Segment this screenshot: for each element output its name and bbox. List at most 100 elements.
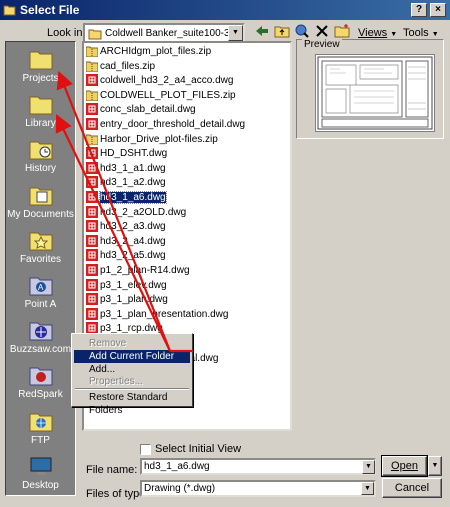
file-name-text: COLDWELL_PLOT_FILES.zip (100, 89, 236, 101)
places-bar: Projects Library History My Documents Favori… (5, 41, 76, 496)
places-item-label: FTP (31, 434, 50, 446)
file-name-label: File name: (86, 464, 138, 476)
places-item-desktop[interactable]: Desktop (6, 451, 75, 496)
help-button[interactable]: ? (411, 3, 427, 17)
file-list-item[interactable]: p3_1_plan.dwg (86, 293, 168, 306)
places-item-label: Desktop (22, 479, 59, 491)
file-name-text: hd3_1_a1.dwg (100, 162, 166, 174)
chevron-down-icon: ▼ (431, 462, 439, 469)
dwg-file-icon (86, 249, 98, 262)
up-folder-icon[interactable] (272, 24, 292, 42)
file-list-item[interactable]: hd3_1_a2.dwg (86, 176, 166, 189)
places-item-label: Projects (22, 73, 59, 84)
file-name-text: entry_door_threshold_detail.dwg (100, 119, 246, 130)
chevron-down-icon[interactable]: ▼ (228, 25, 243, 41)
file-list-item[interactable]: hd3_2_a4.dwg (86, 234, 166, 248)
menu-item-remove: Remove (89, 338, 127, 349)
chevron-down-icon: ▼ (431, 31, 439, 38)
file-type-value: Drawing (*.dwg) (144, 483, 216, 494)
dwg-file-icon (86, 176, 98, 189)
places-item-redspark[interactable]: RedSpark (6, 360, 75, 405)
file-list-item[interactable]: p1_2_plan-R14.dwg (86, 264, 190, 277)
places-item-favorites[interactable]: Favorites (6, 225, 75, 270)
file-list-item[interactable]: HD_DSHT.dwg (86, 147, 167, 160)
zip-folder-icon (85, 60, 99, 73)
places-item-buzzsaw-com[interactable]: Buzzsaw.com (6, 315, 75, 360)
redspark-icon (29, 364, 53, 386)
places-item-projects[interactable]: Projects (6, 44, 75, 89)
zip-folder-icon (85, 45, 99, 58)
menu-item-restore-standard-folders[interactable]: Restore Standard Folders (74, 391, 190, 416)
look-in-label: Look in: (47, 27, 86, 39)
places-item-ftp[interactable]: FTP (6, 406, 75, 451)
places-item-history[interactable]: History (6, 134, 75, 179)
views-label: Views (358, 27, 388, 39)
look-in-dropdown[interactable]: Coldwell Banker_suite100-3h1 ▼ (83, 23, 245, 43)
file-list-item[interactable]: hd3_2_a5.dwg (86, 249, 166, 262)
file-list-item[interactable]: p3_1_plan_presentation.dwg (86, 307, 229, 321)
dwg-file-icon (86, 293, 98, 306)
folder-icon (29, 93, 53, 115)
file-name-text: hd3_1_a2.dwg (100, 177, 166, 189)
menu-item-add-current-folder[interactable]: Add Current Folder (74, 350, 190, 363)
svg-text:A: A (38, 283, 44, 292)
drawing-preview-thumbnail (315, 54, 435, 132)
folder-icon (29, 48, 53, 70)
file-list-item[interactable]: coldwell_hd3_2_a4_acco.dwg (86, 74, 233, 87)
folder-icon (88, 29, 102, 40)
places-item-point-a[interactable]: A Point A (6, 270, 75, 315)
file-name-text: hd3_2_a4.dwg (100, 235, 166, 247)
file-name-text: p3_1_elev.dwg (100, 279, 167, 291)
places-item-library[interactable]: Library (6, 89, 75, 134)
file-list-item[interactable]: hd3_2_a2OLD.dwg (86, 205, 187, 219)
file-list-item[interactable]: hd3_2_a3.dwg (86, 220, 166, 233)
open-options-button[interactable]: ▼ (428, 456, 442, 476)
chevron-down-icon[interactable]: ▼ (361, 482, 374, 495)
file-name-field[interactable]: hd3_1_a6.dwg (140, 458, 376, 475)
chevron-down-icon[interactable]: ▼ (362, 460, 375, 474)
file-name-text: p1_2_plan-R14.dwg (100, 265, 190, 276)
file-list-item[interactable]: ARCHIdgm_plot_files.zip (85, 45, 211, 58)
places-context-menu: Remove Add Current Folder Add... Properties… (71, 333, 193, 416)
folder-open-icon (3, 5, 16, 16)
file-list-item[interactable]: conc_slab_detail.dwg (86, 103, 196, 116)
buzzsaw-icon (29, 319, 53, 341)
cancel-button[interactable]: Cancel (382, 478, 442, 498)
file-name-text: coldwell_hd3_2_a4_acco.dwg (100, 75, 234, 87)
places-item-label: RedSpark (18, 389, 63, 401)
file-list-item[interactable]: p3_1_elev.dwg (86, 278, 167, 292)
places-item-label: Point A (24, 299, 57, 310)
file-name-text: hd3_2_a5.dwg (100, 250, 166, 262)
tools-menu[interactable]: Tools ▼ (403, 27, 439, 39)
dwg-file-icon (86, 191, 98, 203)
tools-label: Tools (403, 27, 429, 39)
file-list-item[interactable]: cad_files.zip (85, 60, 156, 73)
dwg-file-icon (86, 103, 98, 116)
preview-label: Preview (302, 39, 342, 50)
dwg-file-icon (86, 264, 98, 276)
file-list-item[interactable]: hd3_1_a1.dwg (86, 161, 166, 175)
file-list-item[interactable]: Harbor_Drive_plot-files.zip (85, 133, 218, 146)
dwg-file-icon (86, 147, 98, 160)
close-button[interactable]: × (430, 3, 446, 17)
select-initial-view-checkbox[interactable] (140, 444, 151, 455)
file-name-text: p3_1_plan_presentation.dwg (100, 308, 229, 320)
file-list-item[interactable]: hd3_1_a6.dwg (86, 191, 167, 204)
ftp-icon (29, 410, 53, 432)
places-item-label: My Documents (7, 208, 74, 220)
file-name-text: HD_DSHT.dwg (100, 148, 168, 160)
file-name-text: cad_files.zip (100, 60, 156, 72)
menu-divider (75, 388, 189, 390)
places-item-my-documents[interactable]: My Documents (6, 180, 75, 225)
open-button[interactable]: Open (381, 455, 428, 477)
file-list-item[interactable]: COLDWELL_PLOT_FILES.zip (85, 89, 236, 102)
zip-folder-icon (85, 133, 99, 146)
documents-folder-icon (29, 184, 53, 206)
file-type-dropdown[interactable]: Drawing (*.dwg) ▼ (140, 480, 376, 497)
views-menu[interactable]: Views ▼ (358, 27, 397, 39)
file-name-text: conc_slab_detail.dwg (100, 104, 196, 116)
title-bar: Select File ? × (0, 0, 450, 20)
back-icon[interactable] (252, 24, 272, 42)
file-name-text: hd3_2_a2OLD.dwg (100, 206, 187, 218)
file-list-item[interactable]: entry_door_threshold_detail.dwg (86, 118, 245, 131)
